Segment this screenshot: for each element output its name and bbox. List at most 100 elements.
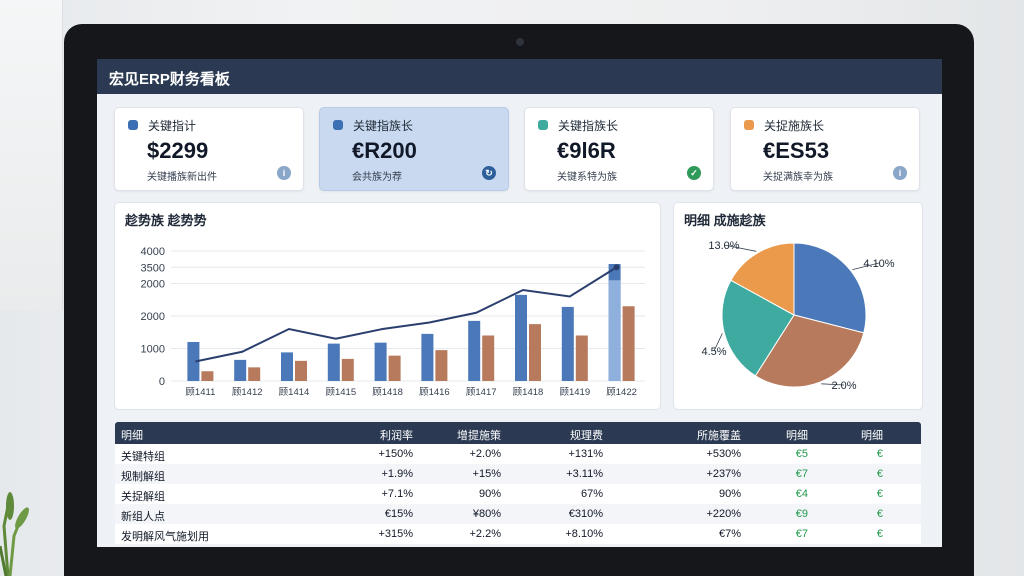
- table-cell: €9: [795, 508, 808, 520]
- trend-end-point: [613, 264, 620, 271]
- bar-highlight[interactable]: [608, 280, 621, 381]
- kpi-card-1[interactable]: 关键指计 $2299 关键播族新出件 i: [114, 107, 304, 191]
- x-tick-label: 顾1419: [559, 387, 590, 398]
- trend-chart: 0 1000 2000 2000 3500 4000 顾1411 顾1412 顾1414 顾141…: [141, 246, 645, 398]
- bar-series-2[interactable]: [295, 360, 307, 381]
- table-cell: +131%: [568, 448, 603, 460]
- table-cell: €5: [795, 448, 808, 460]
- table-cell: +237%: [706, 468, 741, 480]
- x-tick-label: 顾1422: [606, 387, 637, 398]
- pie-slice-label: 2.0%: [831, 380, 856, 392]
- table-row[interactable]: 规制解组 +1.9% +15% +3.11% +237% €7 €: [115, 464, 921, 484]
- table-cell: +1.9%: [381, 468, 414, 480]
- table-cell: €: [876, 448, 883, 460]
- info-icon[interactable]: i: [277, 166, 291, 180]
- table-row[interactable]: 关捉解组 +7.1% 90% 67% 90% €4 €: [115, 484, 921, 504]
- x-tick-label: 顾1416: [419, 387, 450, 398]
- table-cell: €15%: [384, 508, 413, 520]
- kpi-card-4[interactable]: 关捉施族长 €ES53 关捉满族幸为族 i: [730, 107, 920, 191]
- pie-chart-panel: 明细 成施趁族 4.10% 2.0% 4.5% 13.0%: [673, 202, 923, 410]
- table-body: 关键特组 +150% +2.0% +131% +530% €5 € 规制解组 +1.9% +15%…: [115, 444, 921, 544]
- column-header[interactable]: 明细: [786, 427, 808, 443]
- table-row[interactable]: 发明解风气施划用 +315% +2.2% +8.10% €7% €7 €: [115, 524, 921, 544]
- table-cell: €: [876, 488, 883, 500]
- x-tick-label: 顾1412: [232, 387, 263, 398]
- column-header[interactable]: 明细: [861, 427, 883, 443]
- refresh-icon[interactable]: ↻: [482, 166, 496, 180]
- bar-series-1[interactable]: [561, 306, 574, 381]
- table-cell: €7: [795, 528, 808, 540]
- x-tick-label: 顾1418: [513, 387, 544, 398]
- trend-line: [195, 266, 618, 363]
- kpi-label: 关捉施族长: [764, 119, 825, 133]
- table-cell: 新组人点: [121, 511, 165, 523]
- column-header[interactable]: 增提施策: [457, 427, 501, 443]
- pie-slice-label: 4.10%: [863, 258, 894, 270]
- x-tick-label: 顾1414: [279, 387, 310, 398]
- y-tick-label: 2000: [141, 279, 165, 291]
- table-cell: €: [876, 468, 883, 480]
- bar-series-2[interactable]: [482, 335, 495, 382]
- kpi-card-2[interactable]: 关键指族长 €R200 会共族为荐 ↻: [319, 107, 509, 191]
- table-cell: €4: [795, 488, 808, 500]
- table-cell: +7.1%: [381, 488, 414, 500]
- x-tick-label: 顾1418: [372, 387, 403, 398]
- table-cell: +2.2%: [469, 528, 502, 540]
- bar-series-1[interactable]: [234, 359, 247, 381]
- kpi-value: €ES53: [763, 138, 830, 163]
- y-tick-label: 0: [159, 376, 165, 388]
- bar-series-2[interactable]: [435, 350, 448, 381]
- pie-slice-label: 13.0%: [708, 240, 739, 252]
- table-cell: €7%: [718, 528, 741, 540]
- table-cell: 90%: [478, 488, 501, 500]
- background-window: [0, 0, 63, 310]
- table-cell: +315%: [378, 528, 413, 540]
- y-tick-label: 4000: [141, 246, 165, 258]
- column-header[interactable]: 明细: [121, 427, 143, 443]
- info-icon[interactable]: i: [893, 166, 907, 180]
- table-cell: €7: [795, 468, 808, 480]
- bar-series-2[interactable]: [248, 367, 261, 381]
- table-row[interactable]: 新组人点 €15% ¥80% €310% +220% €9 €: [115, 504, 921, 524]
- kpi-card-3[interactable]: 关键指族长 €9l6R 关键系特为族 ✓: [524, 107, 714, 191]
- table-cell: 规制解组: [121, 471, 165, 483]
- bar-series-2[interactable]: [575, 335, 588, 382]
- bar-series-1[interactable]: [421, 333, 434, 381]
- bar-series-2[interactable]: [341, 358, 354, 381]
- table-row[interactable]: 关键特组 +150% +2.0% +131% +530% €5 €: [115, 444, 921, 464]
- table-cell: +8.10%: [565, 528, 603, 540]
- pie-chart: 4.10% 2.0% 4.5% 13.0%: [701, 240, 894, 392]
- bar-series-1[interactable]: [327, 343, 340, 381]
- table-cell: +220%: [706, 508, 741, 520]
- table-cell: 关捉解组: [121, 491, 165, 503]
- kpi-sub: 会共族为荐: [352, 172, 402, 183]
- kpi-label: 关键指族长: [558, 119, 619, 133]
- y-tick-label: 2000: [141, 311, 165, 323]
- webcam-icon: [516, 38, 524, 46]
- bar-series-1[interactable]: [281, 352, 293, 381]
- bar-series-2[interactable]: [201, 371, 214, 381]
- title-bar: 宏见ERP财务看板: [97, 59, 942, 94]
- bar-series-1[interactable]: [374, 342, 387, 381]
- check-icon[interactable]: ✓: [687, 166, 701, 180]
- table-cell: +15%: [472, 468, 501, 480]
- y-tick-label: 1000: [141, 344, 165, 356]
- kpi-dot: [538, 120, 548, 130]
- dashboard-screen: 宏见ERP财务看板 关键指计 $2299 关键播族新出件 i 关键指族长 €R2…: [97, 59, 942, 547]
- table-cell: +530%: [706, 448, 741, 460]
- bar-series-2[interactable]: [388, 355, 401, 381]
- bar-series-1[interactable]: [515, 294, 527, 381]
- table-cell: €310%: [568, 508, 603, 520]
- plant-decoration: [0, 492, 29, 576]
- kpi-dot: [128, 120, 138, 130]
- x-tick-label: 顾1411: [185, 387, 215, 398]
- bar-series-1[interactable]: [468, 320, 481, 381]
- bar-series-2[interactable]: [529, 324, 541, 381]
- column-header[interactable]: 利润率: [380, 427, 413, 443]
- table-header: 明细 利润率 增提施策 规理费 所施覆盖 明细 明细: [115, 422, 921, 444]
- bar-series-2[interactable]: [622, 306, 635, 381]
- table-cell: +2.0%: [469, 448, 502, 460]
- pie-slice-label: 4.5%: [701, 346, 726, 358]
- column-header[interactable]: 所施覆盖: [697, 427, 741, 443]
- column-header[interactable]: 规理费: [570, 427, 603, 443]
